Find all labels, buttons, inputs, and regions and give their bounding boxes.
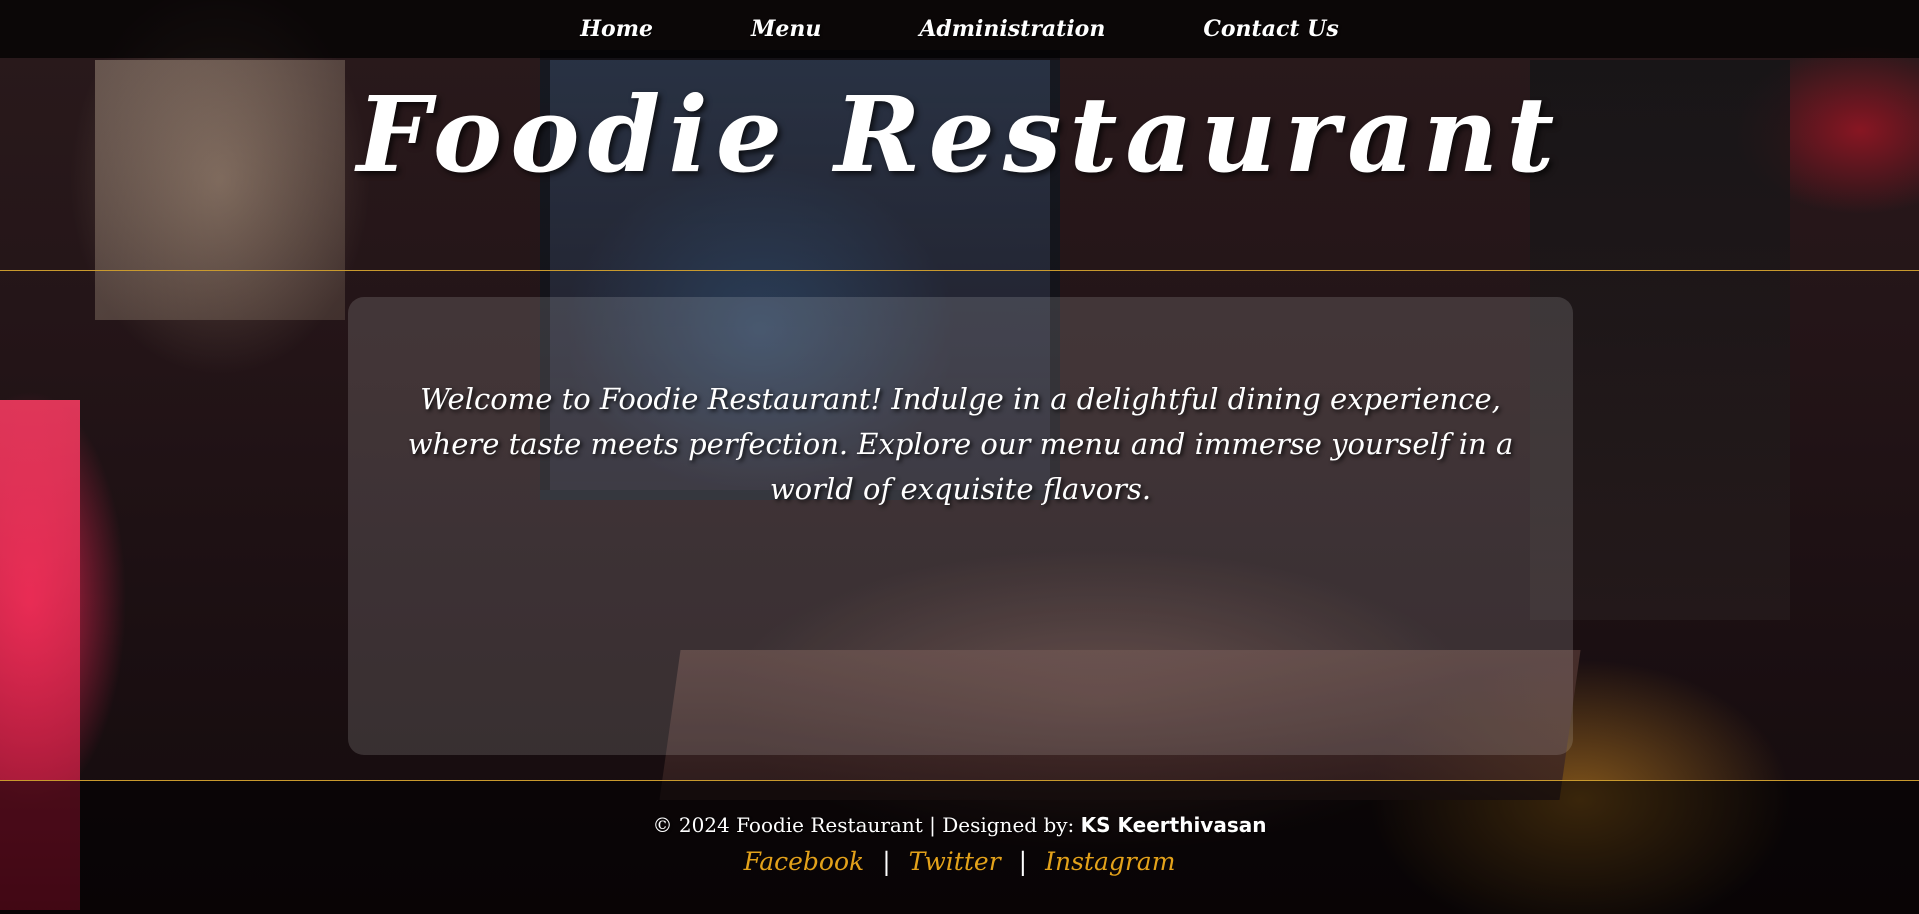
nav-home-link[interactable]: Home xyxy=(531,16,702,42)
footer-credit: © 2024 Foodie Restaurant | Designed by: … xyxy=(0,813,1919,837)
twitter-link[interactable]: Twitter xyxy=(909,847,1001,876)
page-title: Foodie Restaurant xyxy=(356,73,1563,196)
nav-contact-link[interactable]: Contact Us xyxy=(1154,16,1387,42)
facebook-link[interactable]: Facebook xyxy=(744,847,865,876)
welcome-text: Welcome to Foodie Restaurant! Indulge in… xyxy=(407,382,1514,506)
credit-prefix: © 2024 Foodie Restaurant | Designed by: xyxy=(652,813,1081,837)
separator: | xyxy=(882,847,891,876)
welcome-card: Welcome to Foodie Restaurant! Indulge in… xyxy=(348,297,1573,755)
social-links: Facebook | Twitter | Instagram xyxy=(0,847,1919,876)
nav-administration-link[interactable]: Administration xyxy=(870,16,1154,42)
page: Home Menu Administration Contact Us Food… xyxy=(0,0,1919,914)
main-nav: Home Menu Administration Contact Us xyxy=(0,0,1919,58)
separator: | xyxy=(1018,847,1028,876)
header-divider xyxy=(0,270,1919,271)
author-name: KS Keerthivasan xyxy=(1080,813,1267,837)
nav-menu-link[interactable]: Menu xyxy=(702,16,870,42)
instagram-link[interactable]: Instagram xyxy=(1045,847,1175,876)
footer: © 2024 Foodie Restaurant | Designed by: … xyxy=(0,781,1919,914)
